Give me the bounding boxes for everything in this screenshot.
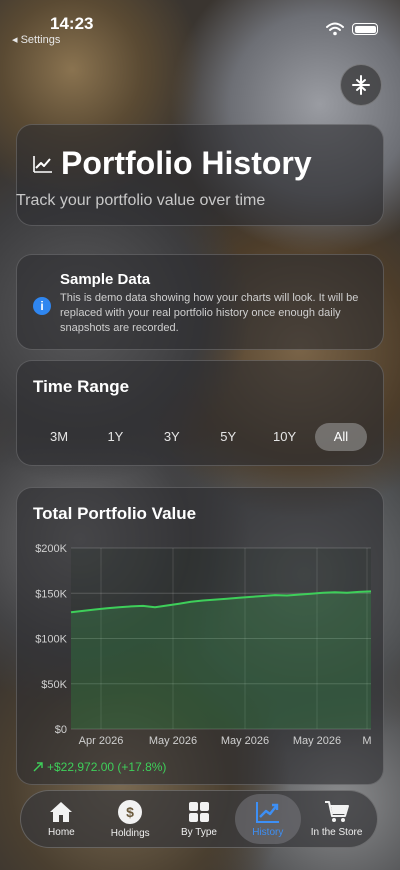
tab-history[interactable]: History: [234, 794, 301, 844]
chart-title: Total Portfolio Value: [33, 504, 197, 523]
time-range-title: Time Range: [33, 377, 130, 396]
grid-icon: [188, 802, 209, 822]
sample-data-title: Sample Data: [60, 271, 151, 288]
status-bar: 14:23 ◂ Settings: [0, 0, 400, 50]
range-option-10y[interactable]: 10Y: [259, 423, 311, 451]
portfolio-value-card: $200K $150K $100K $50K $0 Apr 2026 May 2026 May…: [16, 487, 384, 785]
value-change-text: +$22,972.00 (+17.8%): [47, 760, 167, 774]
time-range-card: Time Range 3M 1Y 3Y 5Y 10Y All: [16, 360, 384, 466]
range-option-5y[interactable]: 5Y: [202, 423, 254, 451]
y-tick-label: $100K: [35, 634, 67, 646]
cart-icon: [324, 801, 349, 822]
tab-holdings[interactable]: $ Holdings: [97, 794, 163, 844]
x-tick-label: M: [362, 735, 371, 747]
range-option-3y[interactable]: 3Y: [146, 423, 198, 451]
tab-in-the-store-label: In the Store: [310, 827, 363, 838]
range-option-all[interactable]: All: [314, 423, 367, 451]
tab-home[interactable]: Home: [28, 794, 94, 844]
wifi-icon: [326, 22, 344, 36]
tab-bar: Home $ Holdings By Type History In the S…: [20, 790, 378, 848]
trend-up-arrow-icon: [33, 762, 43, 772]
page-title: Portfolio History: [61, 145, 312, 181]
page-subtitle: Track your portfolio value over time: [16, 192, 266, 209]
header-card: Portfolio History: [16, 124, 384, 226]
tab-in-the-store[interactable]: In the Store: [304, 794, 370, 844]
collapse-icon: [352, 75, 370, 95]
y-tick-label: $200K: [35, 543, 67, 555]
tab-history-label: History: [252, 827, 284, 838]
back-to-settings-link[interactable]: ◂ Settings: [12, 33, 60, 46]
range-option-3m[interactable]: 3M: [33, 423, 85, 451]
value-change: +$22,972.00 (+17.8%): [33, 760, 166, 774]
y-tick-label: $150K: [35, 588, 67, 600]
x-tick-label: Apr 2026: [79, 735, 124, 747]
svg-text:$: $: [126, 804, 134, 820]
time-range-selector: 3M 1Y 3Y 5Y 10Y All: [33, 423, 367, 451]
info-icon: i: [33, 297, 51, 315]
house-icon: [50, 802, 73, 822]
tab-by-type[interactable]: By Type: [166, 794, 232, 844]
portfolio-area-fill: [71, 591, 371, 729]
status-time: 14:23: [50, 14, 94, 33]
chart-icon: [255, 802, 279, 823]
y-tick-label: $0: [55, 724, 67, 736]
portfolio-value-chart: $200K $150K $100K $50K $0 Apr 2026 May 2026 May…: [35, 543, 371, 747]
status-icons: [326, 22, 378, 36]
tab-by-type-label: By Type: [181, 827, 217, 838]
x-tick-label: May 2026: [293, 735, 341, 747]
collapse-button[interactable]: [340, 64, 382, 106]
tab-holdings-label: Holdings: [110, 828, 150, 839]
x-tick-label: May 2026: [149, 735, 197, 747]
tab-home-label: Home: [48, 827, 75, 838]
y-tick-label: $50K: [41, 679, 67, 691]
sample-data-notice: i Sample Data This is demo data showing …: [16, 254, 384, 350]
dollar-coin-icon: $: [118, 800, 143, 824]
sample-data-text: This is demo data showing how your chart…: [60, 292, 359, 334]
x-tick-label: May 2026: [221, 735, 269, 747]
line-chart-icon: [33, 155, 52, 173]
battery-icon: [352, 23, 378, 35]
range-option-1y[interactable]: 1Y: [89, 423, 141, 451]
page-title-row: Portfolio History: [33, 145, 312, 182]
